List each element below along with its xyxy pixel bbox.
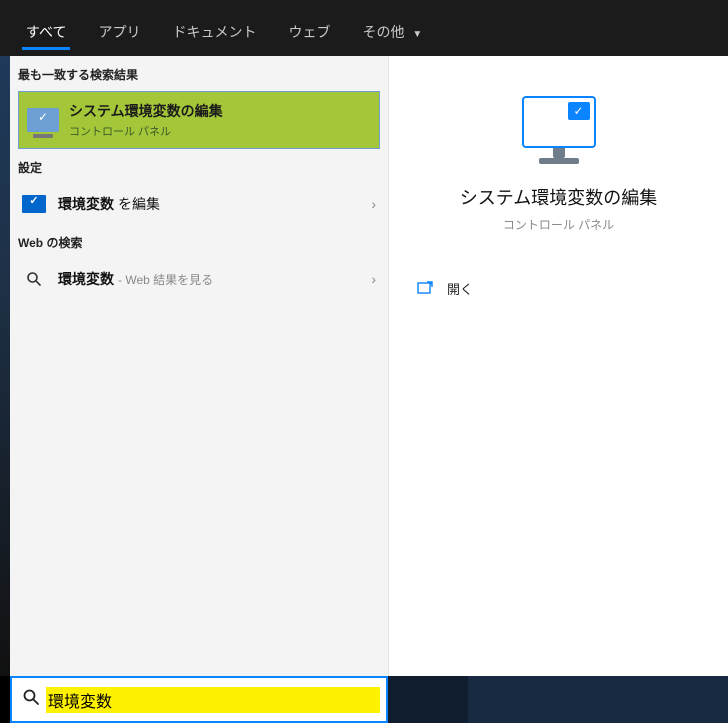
settings-result-prefix: 環境変数 — [58, 194, 114, 214]
monitor-base-icon — [539, 158, 579, 164]
chevron-right-icon[interactable]: › — [371, 271, 376, 287]
tab-web[interactable]: ウェブ — [272, 10, 346, 56]
search-icon — [22, 270, 46, 288]
taskbar-remainder — [388, 676, 728, 723]
tab-all[interactable]: すべて — [10, 10, 82, 56]
preview-subtitle: コントロール パネル — [503, 216, 614, 233]
taskbar-tray — [468, 676, 728, 723]
tab-documents[interactable]: ドキュメント — [156, 10, 272, 56]
search-icon — [22, 688, 40, 711]
web-result-env-vars[interactable]: 環境変数 - Web 結果を見る › — [10, 259, 388, 299]
search-filter-tabs: すべて アプリ ドキュメント ウェブ その他 ▼ — [0, 0, 728, 56]
chevron-down-icon: ▼ — [412, 29, 422, 40]
check-icon: ✓ — [568, 102, 590, 120]
open-icon — [417, 280, 433, 298]
monitor-stand-icon — [553, 148, 565, 158]
tab-more-label: その他 — [362, 24, 404, 40]
best-match-result[interactable]: システム環境変数の編集 コントロール パネル — [18, 91, 380, 149]
search-box[interactable] — [10, 676, 388, 723]
control-panel-icon — [27, 108, 59, 132]
preview-open-label: 開く — [447, 279, 473, 298]
search-input[interactable] — [46, 687, 380, 713]
chevron-right-icon[interactable]: › — [371, 196, 376, 212]
taskbar-edge-strip — [0, 56, 10, 676]
web-result-prefix: 環境変数 — [58, 269, 114, 289]
preview-title: システム環境変数の編集 — [460, 184, 657, 210]
search-results-pane: 最も一致する検索結果 システム環境変数の編集 コントロール パネル 設定 環境変… — [10, 56, 389, 676]
section-web-search: Web の検索 — [10, 224, 388, 259]
settings-result-suffix: を編集 — [118, 194, 160, 214]
best-match-subtitle: コントロール パネル — [69, 123, 223, 139]
section-best-match: 最も一致する検索結果 — [10, 56, 388, 91]
section-settings: 設定 — [10, 149, 388, 184]
best-match-title: システム環境変数の編集 — [69, 101, 223, 121]
web-result-suffix: - Web 結果を見る — [118, 271, 213, 288]
search-preview-pane: ✓ システム環境変数の編集 コントロール パネル 開く — [389, 56, 728, 676]
preview-open-action[interactable]: 開く — [389, 279, 728, 298]
tab-more[interactable]: その他 ▼ — [346, 10, 438, 56]
tab-apps[interactable]: アプリ — [82, 10, 156, 56]
settings-result-edit-env-vars[interactable]: 環境変数 を編集 › — [10, 184, 388, 224]
system-settings-monitor-icon: ✓ — [522, 96, 596, 148]
settings-monitor-icon — [22, 195, 46, 213]
